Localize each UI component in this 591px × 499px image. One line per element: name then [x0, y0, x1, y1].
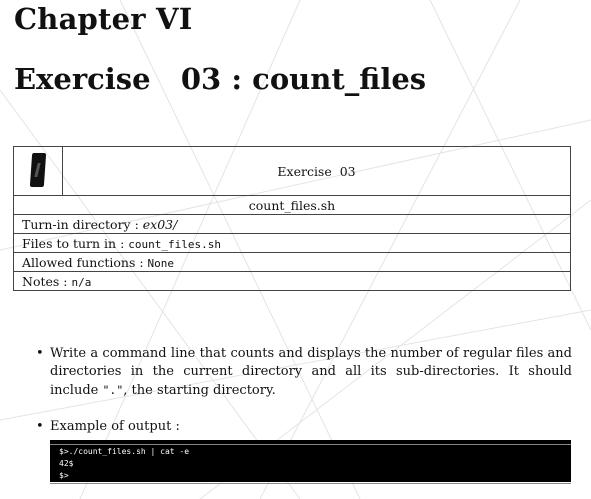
table-row: Files to turn in : count_files.sh — [13, 233, 571, 253]
example-output-item: Example of output : — [36, 418, 572, 436]
exercise-title: Exercise 03 : count_files — [14, 62, 426, 96]
chapter-heading: Chapter VI — [14, 2, 193, 36]
exercise-info-table: Exercise 03 count_files.sh Turn-in direc… — [13, 146, 571, 291]
turn-in-directory-value: ex03/ — [142, 216, 178, 232]
files-to-turn-in-label: Files to turn in : — [22, 235, 129, 251]
instruction-list: Write a command line that counts and dis… — [36, 345, 572, 436]
table-row: Turn-in directory : ex03/ — [13, 214, 571, 234]
exercise-separator: : — [231, 62, 243, 96]
exercise-number: 03 — [180, 62, 222, 96]
notes-label: Notes : — [22, 273, 72, 289]
terminal-line: $> — [59, 471, 69, 480]
exercise-label: Exercise — [14, 62, 151, 96]
turn-in-directory-label: Turn-in directory : — [22, 216, 143, 232]
terminal-line: $>./count_files.sh | cat -e — [59, 447, 190, 456]
table-row: Allowed functions : None — [13, 252, 571, 272]
terminal-inner: $>./count_files.sh | cat -e 42$ $> — [50, 444, 571, 484]
exercise-name: count_files — [252, 62, 427, 96]
terminal-line: 42$ — [59, 459, 74, 468]
table-header-row: Exercise 03 — [13, 146, 571, 196]
table-row: count_files.sh — [13, 195, 571, 215]
table-filename: count_files.sh — [13, 195, 571, 215]
table-row: Notes : n/a — [13, 271, 571, 291]
turn-in-directory-cell: Turn-in directory : ex03/ — [13, 214, 571, 234]
notes-cell: Notes : n/a — [13, 271, 571, 291]
logo-cell — [13, 146, 63, 196]
allowed-functions-cell: Allowed functions : None — [13, 252, 571, 272]
instruction-text-end: , the starting directory. — [123, 383, 276, 398]
table-exercise-header: Exercise 03 — [62, 146, 571, 196]
allowed-functions-value: None — [147, 256, 175, 270]
terminal-output-block: $>./count_files.sh | cat -e 42$ $> — [50, 440, 571, 484]
notes-value: n/a — [71, 275, 92, 289]
allowed-functions-label: Allowed functions : — [22, 254, 148, 270]
files-to-turn-in-value: count_files.sh — [128, 237, 221, 251]
instruction-code: "." — [102, 383, 124, 397]
instruction-item: Write a command line that counts and dis… — [36, 345, 572, 400]
files-to-turn-in-cell: Files to turn in : count_files.sh — [13, 233, 571, 253]
school-logo-icon — [29, 152, 47, 187]
